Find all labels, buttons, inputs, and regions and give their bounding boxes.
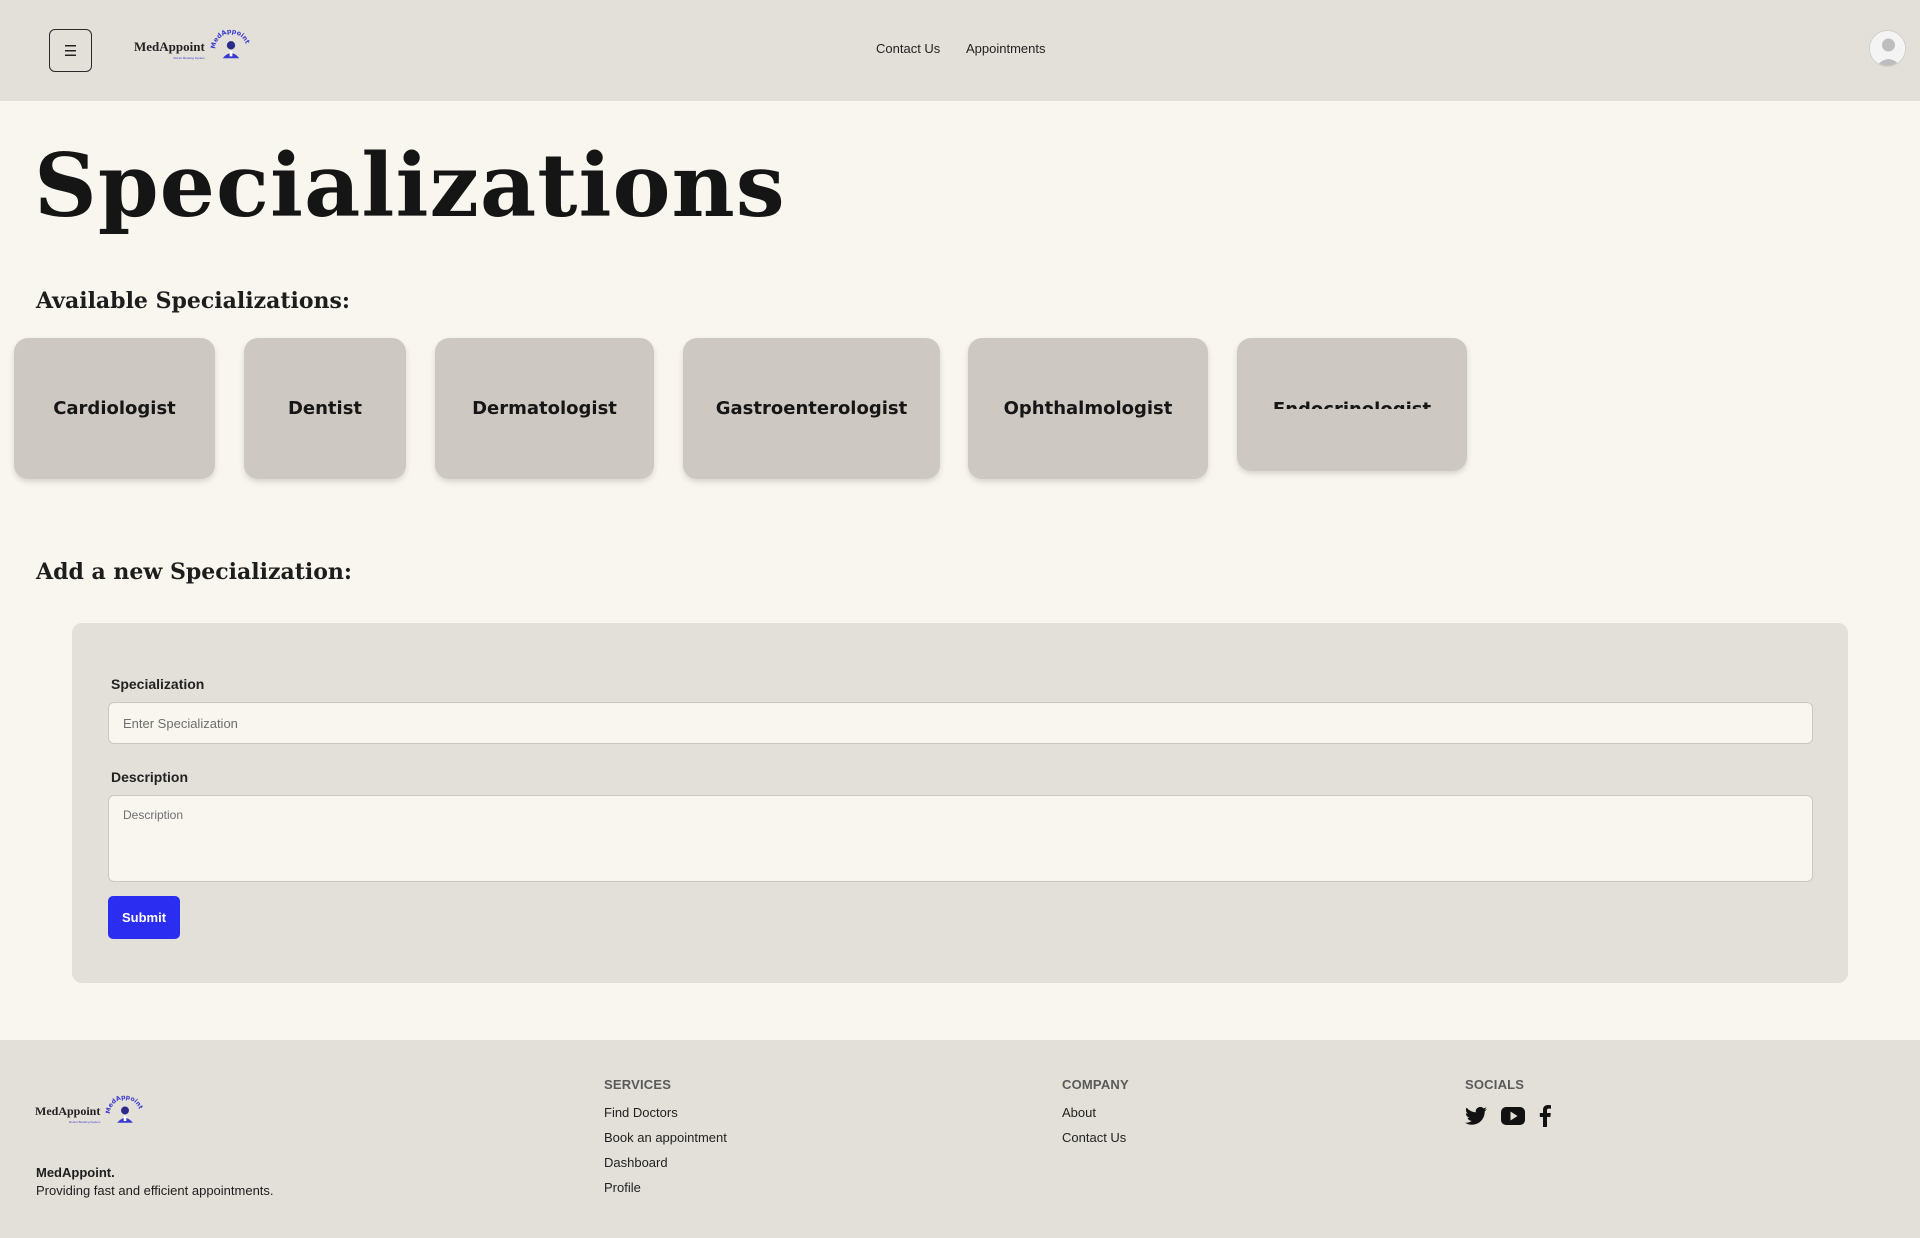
footer-brand-name: MedAppoint.	[36, 1165, 115, 1180]
doctor-badge-icon: MedAppoint	[105, 1094, 144, 1123]
logo-subtext: Doctor Booking System	[173, 55, 205, 60]
footer-link-dashboard[interactable]: Dashboard	[604, 1155, 727, 1171]
youtube-icon[interactable]	[1501, 1107, 1525, 1125]
avatar-icon	[1870, 31, 1905, 66]
header-logo[interactable]: MedAppoint Doctor Booking System MedAppo…	[134, 26, 254, 72]
top-header: ☰ MedAppoint Doctor Booking System MedAp…	[0, 0, 1920, 101]
add-specialization-heading: Add a new Specialization:	[36, 559, 353, 585]
logo-subtext: Doctor Booking System	[68, 1120, 101, 1124]
description-textarea[interactable]	[108, 795, 1813, 882]
footer-services: SERVICES Find Doctors Book an appointmen…	[604, 1077, 727, 1205]
specialization-label: Specialization	[111, 676, 205, 692]
footer-link-contact-us[interactable]: Contact Us	[1062, 1130, 1129, 1146]
specialization-card-dermatologist[interactable]: Dermatologist	[435, 338, 654, 479]
specialization-card-dentist[interactable]: Dentist	[244, 338, 406, 479]
twitter-icon[interactable]	[1465, 1106, 1487, 1126]
footer-logo[interactable]: MedAppoint Doctor Booking System MedAppo…	[35, 1092, 147, 1136]
specialization-card-label: Dentist	[287, 398, 363, 419]
footer-services-title: SERVICES	[604, 1077, 672, 1092]
add-specialization-form: Specialization Description Submit	[72, 623, 1848, 983]
site-footer: MedAppoint Doctor Booking System MedAppo…	[0, 1040, 1920, 1238]
specialization-card-ophthalmologist[interactable]: Ophthalmologist	[968, 338, 1208, 479]
nav-contact-us[interactable]: Contact Us	[876, 41, 940, 56]
footer-company-title: COMPANY	[1062, 1077, 1129, 1092]
logo-wordmark: MedAppoint	[134, 38, 205, 54]
description-label: Description	[111, 769, 189, 785]
footer-link-profile[interactable]: Profile	[604, 1180, 727, 1196]
specialization-card-gastroenterologist[interactable]: Gastroenterologist	[683, 338, 940, 479]
hamburger-menu-button[interactable]: ☰	[49, 29, 92, 72]
doctor-badge-icon: MedAppoint	[209, 27, 251, 59]
footer-company: COMPANY About Contact Us	[1062, 1077, 1129, 1155]
specialization-card-label: Endocrinologist	[1273, 399, 1431, 409]
page-title: Specializations	[34, 134, 786, 237]
user-avatar[interactable]	[1869, 30, 1906, 67]
footer-link-about[interactable]: About	[1062, 1105, 1129, 1121]
footer-link-book-appointment[interactable]: Book an appointment	[604, 1130, 727, 1146]
specialization-card-label: Dermatologist	[472, 398, 617, 419]
facebook-icon[interactable]	[1539, 1105, 1551, 1127]
available-specializations-heading: Available Specializations:	[36, 288, 351, 314]
footer-socials-title: SOCIALS	[1465, 1077, 1525, 1092]
nav-appointments[interactable]: Appointments	[966, 41, 1046, 56]
logo-wordmark: MedAppoint	[35, 1104, 101, 1118]
footer-link-find-doctors[interactable]: Find Doctors	[604, 1105, 727, 1121]
specialization-card-endocrinologist[interactable]: Endocrinologist	[1237, 338, 1467, 471]
specialization-card-label: Ophthalmologist	[1003, 398, 1173, 419]
hamburger-icon: ☰	[63, 42, 78, 60]
submit-button[interactable]: Submit	[108, 896, 180, 939]
specialization-input[interactable]	[108, 702, 1813, 744]
specialization-card-label: Gastroenterologist	[715, 398, 908, 419]
specialization-card-cardiologist[interactable]: Cardiologist	[14, 338, 215, 479]
specialization-card-label: Cardiologist	[53, 398, 176, 419]
footer-socials: SOCIALS	[1465, 1077, 1551, 1127]
footer-tagline: Providing fast and efficient appointment…	[36, 1183, 274, 1198]
